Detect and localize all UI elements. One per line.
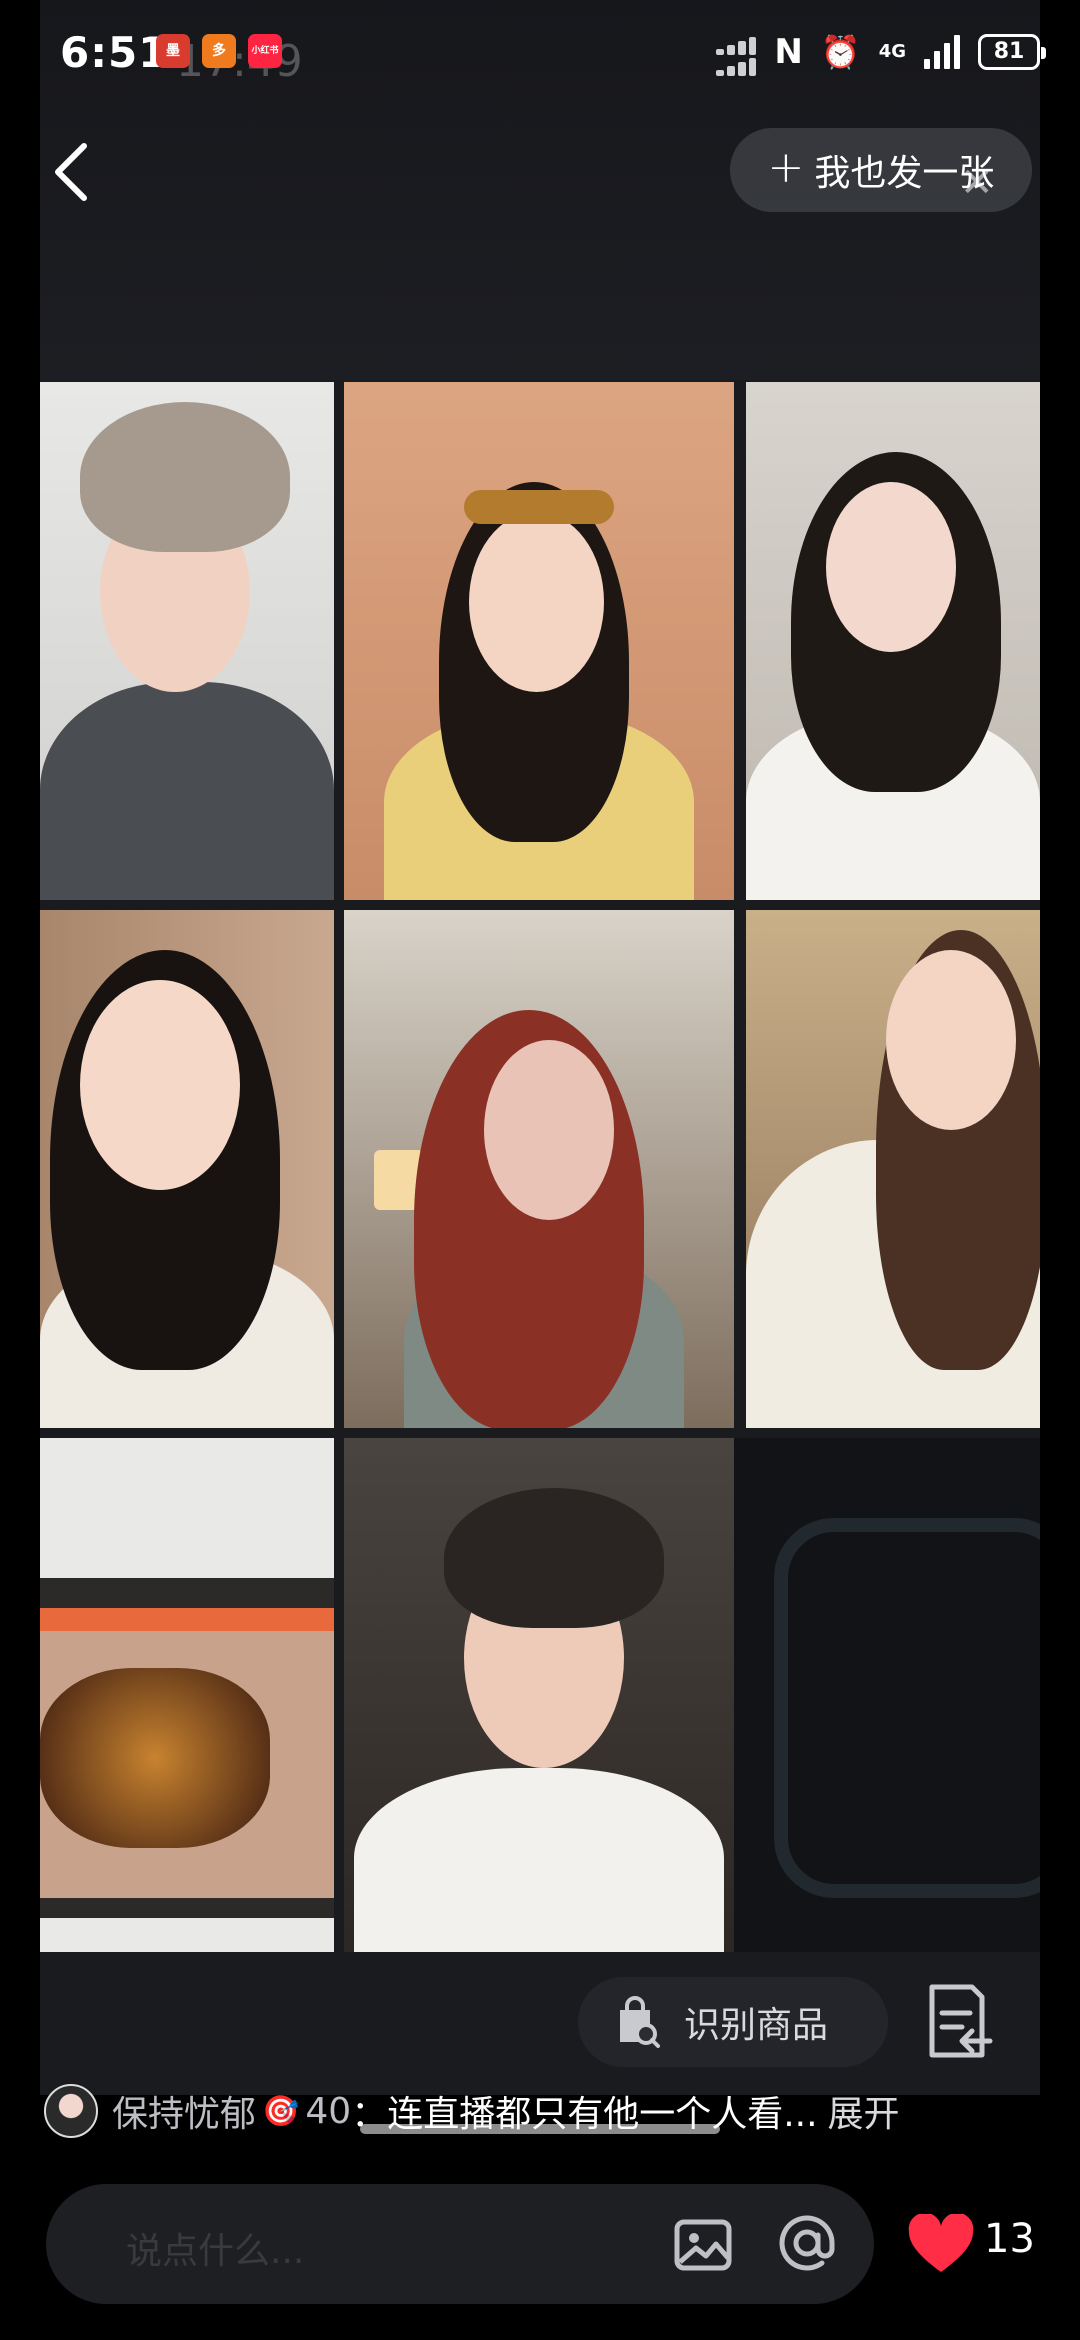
heart-icon xyxy=(908,2212,974,2272)
dart-icon: 🎯 xyxy=(262,2093,300,2129)
alarm-icon: ⏰ xyxy=(820,33,861,71)
battery-icon: 81 xyxy=(978,34,1046,70)
livestream-tile-1 xyxy=(40,382,334,900)
comment-input[interactable]: 说点什么... xyxy=(46,2184,874,2304)
expand-button[interactable]: 展开 xyxy=(828,2085,900,2137)
status-time: 6:51 xyxy=(60,28,169,77)
livestream-grid-image[interactable] xyxy=(40,382,1040,1952)
xiaohongshu-app-icon: 小红书 xyxy=(248,34,282,68)
close-icon: ✕ xyxy=(960,160,994,206)
text-extract-button[interactable] xyxy=(912,1977,1002,2067)
chevron-left-icon xyxy=(55,143,87,201)
avatar[interactable] xyxy=(44,2084,98,2138)
image-icon xyxy=(674,2219,732,2271)
caption-row[interactable]: 保持忧郁 🎯 40 ： 连直播都只有他一个人看... 展开 xyxy=(44,2078,1044,2144)
product-scan-icon xyxy=(620,1996,660,2048)
like-count: 13 xyxy=(984,2216,1035,2262)
scroll-indicator xyxy=(360,2124,720,2134)
back-button[interactable] xyxy=(48,140,98,204)
user-level: 40 xyxy=(305,2090,352,2132)
status-bar: 6:51 17:49 墨 多 小红书 N ⏰ 4G 81 xyxy=(0,0,1080,110)
network-type: 4G xyxy=(878,41,906,62)
signal-dots-icon xyxy=(716,37,757,76)
at-icon xyxy=(779,2215,835,2271)
livestream-tile-2 xyxy=(344,382,734,900)
recognize-product-button[interactable]: 识别商品 xyxy=(578,1977,888,2067)
like-button[interactable] xyxy=(906,2212,976,2276)
nfc-icon: N xyxy=(774,32,803,72)
red-app-icon: 墨 xyxy=(156,34,190,68)
document-arrow-icon xyxy=(929,1984,993,2058)
signal-icon xyxy=(924,35,960,69)
ghost-time: 17:49 xyxy=(176,36,303,87)
livestream-tile-5 xyxy=(344,910,734,1428)
livestream-tile-8 xyxy=(344,1438,734,1952)
orange-app-icon: 多 xyxy=(202,34,236,68)
empty-tile xyxy=(734,1438,1040,1952)
mention-button[interactable] xyxy=(774,2210,840,2276)
livestream-tile-3 xyxy=(746,382,1040,900)
livestream-tile-4 xyxy=(40,910,334,1428)
username[interactable]: 保持忧郁 xyxy=(112,2085,256,2137)
recognize-product-label: 识别商品 xyxy=(684,2005,829,2046)
comment-placeholder: 说点什么... xyxy=(126,2231,305,2272)
livestream-tile-7 xyxy=(40,1438,334,1952)
plus-icon: + xyxy=(767,142,805,193)
post-image-viewer: 6:51 17:49 墨 多 小红书 N ⏰ 4G 81 + 我也发一张 ✕ 识… xyxy=(0,0,1080,2340)
livestream-tile-6 xyxy=(746,910,1040,1428)
insert-image-button[interactable] xyxy=(672,2214,734,2276)
